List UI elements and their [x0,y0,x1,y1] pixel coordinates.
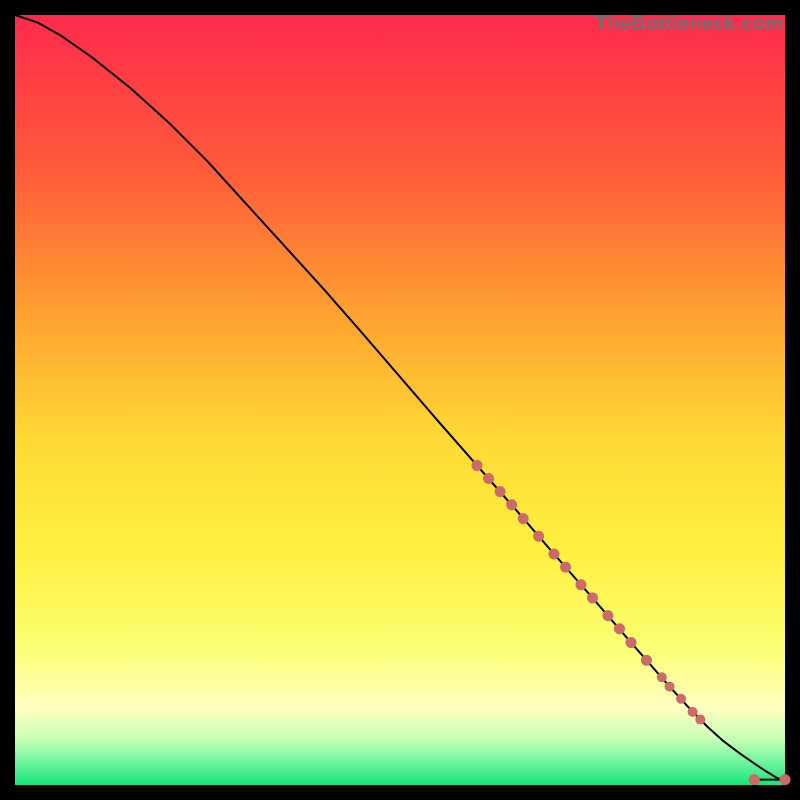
data-point [780,775,790,785]
bottleneck-curve [15,15,785,781]
data-point [588,593,598,603]
data-point [495,487,505,497]
data-point [657,673,666,682]
data-point [507,500,517,510]
data-point [518,514,528,524]
data-point [688,707,697,716]
data-point [677,694,686,703]
data-point [665,682,674,691]
watermark-text: TheBottleneck.com [595,13,783,36]
marked-points-group [472,460,790,784]
data-point [641,655,651,665]
data-point [749,775,759,785]
data-point [472,460,482,470]
data-point [534,531,544,541]
data-point [626,638,636,648]
data-point [549,549,559,559]
plot-area: TheBottleneck.com [15,15,785,785]
chart-frame: TheBottleneck.com [15,15,785,785]
data-point [576,580,586,590]
data-point [614,624,624,634]
data-point [696,715,705,724]
chart-overlay [15,15,785,785]
data-point [561,562,571,572]
data-point [603,611,613,621]
data-point [484,474,494,484]
